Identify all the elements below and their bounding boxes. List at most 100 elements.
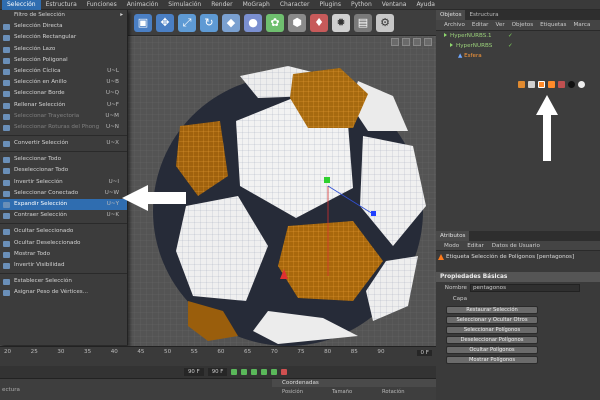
sphere-icon[interactable]: ● [244, 13, 262, 32]
menu-6[interactable]: MoGraph [238, 0, 275, 10]
menu-etiquetas[interactable]: Etiquetas [540, 22, 566, 28]
end-frame-field[interactable]: 90 F [207, 368, 228, 376]
menu-item[interactable]: Asignar Peso de Vértices... [0, 287, 127, 298]
selection-tag-icon[interactable] [558, 81, 565, 88]
texture-tag-icon[interactable] [518, 81, 525, 88]
record-icon[interactable] [281, 369, 288, 375]
menu-10[interactable]: Ventana [377, 0, 412, 10]
scale-tool-icon[interactable]: ⤢ [178, 13, 196, 32]
tree-item-esfera[interactable]: ▲ Esfera [436, 51, 600, 61]
timeline[interactable]: 20 25 30 35 40 45 50 55 60 65 70 75 80 85 90 0 F [0, 346, 436, 366]
menu-item[interactable]: Ocultar Deseleccionado [0, 238, 127, 249]
menu-objetos[interactable]: Objetos [512, 22, 533, 28]
menu-item[interactable]: Selección Directa [0, 21, 127, 32]
menu-item[interactable]: Selección Lazo [0, 44, 127, 55]
menu-1[interactable]: Estructura [41, 0, 82, 10]
select-hide-others-button[interactable]: Seleccionar y Ocultar Otros [446, 316, 538, 324]
deformer-icon[interactable]: ✿ [266, 13, 284, 32]
show-polygons-button[interactable]: Mostrar Polígonos [446, 356, 538, 364]
menu-item[interactable]: Seleccionar Conectado U~W [0, 188, 127, 199]
orbit-icon[interactable] [413, 38, 421, 46]
select-polygons-button[interactable]: Seleccionar Polígonos [446, 326, 538, 334]
menu-3[interactable]: Animación [122, 0, 164, 10]
menu-item[interactable]: Selección Poligonal [0, 55, 127, 66]
menu-4[interactable]: Simulación [163, 0, 206, 10]
material-tag-icon[interactable] [568, 81, 575, 88]
last-frame-icon[interactable] [271, 369, 278, 375]
position-col: Posición [282, 389, 304, 395]
light-icon[interactable]: ✹ [332, 13, 350, 32]
hide-polygons-button[interactable]: Ocultar Polígonos [446, 346, 538, 354]
menu-item[interactable]: Filtro de Selección ▸ [0, 10, 127, 21]
timeline-ruler[interactable]: 20 25 30 35 40 45 50 55 60 65 70 75 80 85 90 [4, 349, 404, 357]
next-frame-icon[interactable] [261, 369, 268, 375]
menu-archivo[interactable]: Archivo [444, 22, 465, 28]
polygon-selection-tag-2-icon[interactable] [548, 81, 555, 88]
menu-marca[interactable]: Marca [573, 22, 590, 28]
menu-item[interactable]: Establecer Selección [0, 276, 127, 287]
menu-item[interactable]: Seleccionar Roturas del Phong U~N [0, 122, 127, 133]
menu-item[interactable]: Seleccionar Trayectoria U~M [0, 111, 127, 122]
select-tool-icon[interactable]: ▣ [134, 13, 152, 32]
menu-ver[interactable]: Ver [495, 22, 504, 28]
menu-editar[interactable]: Editar [472, 22, 489, 28]
check-icon[interactable]: ✓ [508, 41, 513, 51]
move-tool-icon[interactable]: ✥ [156, 13, 174, 32]
rotate-tool-icon[interactable]: ↻ [200, 13, 218, 32]
menu-item[interactable]: Expandir Selección U~Y [0, 199, 127, 211]
name-field[interactable]: pentagonos [470, 284, 580, 292]
tree-item-hypernurbs[interactable]: HyperNURBS ✓ [436, 41, 600, 51]
material-tag-2-icon[interactable] [578, 81, 585, 88]
annotation-arrow-left-icon [122, 185, 186, 211]
menu-modo[interactable]: Modo [444, 243, 459, 249]
tab-objetos[interactable]: Objetos [436, 10, 466, 20]
nurbs-icon[interactable]: ◆ [222, 13, 240, 32]
menu-item[interactable]: Deseleccionar Todo [0, 165, 127, 176]
tab-estructura[interactable]: Estructura [465, 10, 502, 20]
menu-editar-attr[interactable]: Editar [467, 243, 484, 249]
deselect-polygons-button[interactable]: Deseleccionar Polígonos [446, 336, 538, 344]
render-view-icon[interactable]: ▤ [354, 13, 372, 32]
menu-item[interactable]: Invertir Selección U~I [0, 177, 127, 188]
expand-icon[interactable] [444, 33, 447, 37]
menu-item[interactable]: Seleccionar Todo [0, 154, 127, 165]
maximize-icon[interactable] [424, 38, 432, 46]
check-icon[interactable]: ✓ [508, 31, 513, 41]
render-settings-icon[interactable]: ⚙ [376, 13, 394, 32]
polygon-selection-tag-icon[interactable] [538, 81, 545, 88]
menu-item[interactable]: Convertir Selección U~X [0, 138, 127, 149]
menu-item[interactable]: Selección Cíclica U~L [0, 66, 127, 77]
menu-item[interactable]: Selección en Anillo U~B [0, 77, 127, 88]
menu-item[interactable]: Contraer Selección U~K [0, 210, 127, 221]
current-frame[interactable]: 0 F [417, 350, 432, 356]
pan-icon[interactable] [391, 38, 399, 46]
prev-frame-icon[interactable] [241, 369, 248, 375]
menu-7[interactable]: Character [275, 0, 315, 10]
layer-field[interactable] [470, 295, 580, 303]
tab-atributos[interactable]: Atributos [436, 231, 470, 241]
menu-item[interactable]: Seleccionar Borde U~Q [0, 88, 127, 99]
first-frame-icon[interactable] [231, 369, 238, 375]
menu-item[interactable]: Selección Rectangular [0, 32, 127, 43]
menu-5[interactable]: Render [206, 0, 237, 10]
expand-icon[interactable] [450, 43, 453, 47]
menu-separator [0, 133, 127, 137]
menu-item[interactable]: Rellenar Selección U~F [0, 100, 127, 111]
menu-item[interactable]: Invertir Visibilidad [0, 260, 127, 271]
menu-2[interactable]: Funciones [82, 0, 122, 10]
environment-icon[interactable]: ⬢ [288, 13, 306, 32]
menu-8[interactable]: Plugins [314, 0, 346, 10]
menu-item[interactable]: Ocultar Seleccionado [0, 226, 127, 237]
start-frame-field[interactable]: 90 F [184, 368, 204, 376]
play-icon[interactable] [251, 369, 258, 375]
menu-9[interactable]: Python [346, 0, 377, 10]
menu-0[interactable]: Selección [2, 0, 41, 10]
camera-icon[interactable]: ♦ [310, 13, 328, 32]
menu-item[interactable]: Mostrar Todo [0, 249, 127, 260]
phong-tag-icon[interactable] [528, 81, 535, 88]
menu-11[interactable]: Ayuda [411, 0, 440, 10]
restore-selection-button[interactable]: Restaurar Selección [446, 306, 538, 314]
tree-item-hypernurbs-1[interactable]: HyperNURBS.1 ✓ [436, 31, 600, 41]
zoom-icon[interactable] [402, 38, 410, 46]
menu-datos-usuario[interactable]: Datos de Usuario [492, 243, 540, 249]
